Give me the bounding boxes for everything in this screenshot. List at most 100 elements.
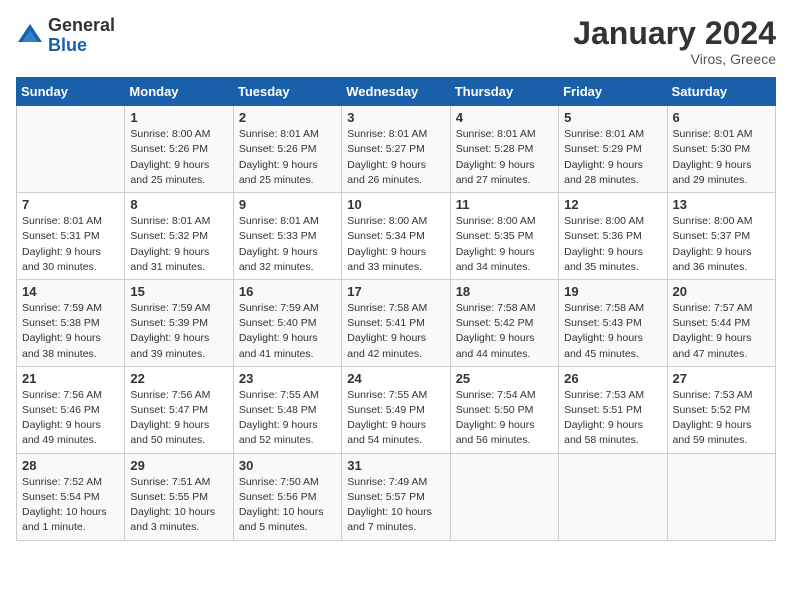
calendar-cell: 17Sunrise: 7:58 AMSunset: 5:41 PMDayligh… xyxy=(342,279,450,366)
calendar-week-row: 28 Sunrise: 7:52 AMSunset: 5:54 PMDayligh… xyxy=(17,453,776,540)
day-info: Sunrise: 8:00 AMSunset: 5:26 PMDaylight:… xyxy=(130,127,227,188)
calendar-cell: 15Sunrise: 7:59 AMSunset: 5:39 PMDayligh… xyxy=(125,279,233,366)
calendar-cell: 14 Sunrise: 7:59 AMSunset: 5:38 PMDayligh… xyxy=(17,279,125,366)
weekday-header-saturday: Saturday xyxy=(667,78,775,106)
day-info: Sunrise: 8:01 AMSunset: 5:30 PMDaylight:… xyxy=(673,127,770,188)
logo: General Blue xyxy=(16,16,115,56)
calendar-cell: 3Sunrise: 8:01 AMSunset: 5:27 PMDaylight… xyxy=(342,106,450,193)
calendar-cell: 11 Sunrise: 8:00 AMSunset: 5:35 PMDayligh… xyxy=(450,193,558,280)
title-block: January 2024 Viros, Greece xyxy=(573,16,776,67)
calendar-cell: 19 Sunrise: 7:58 AMSunset: 5:43 PMDayligh… xyxy=(559,279,667,366)
calendar-cell: 7 Sunrise: 8:01 AMSunset: 5:31 PMDaylight… xyxy=(17,193,125,280)
calendar-cell: 21 Sunrise: 7:56 AMSunset: 5:46 PMDayligh… xyxy=(17,366,125,453)
calendar-cell: 29 Sunrise: 7:51 AMSunset: 5:55 PMDayligh… xyxy=(125,453,233,540)
page-header: General Blue January 2024 Viros, Greece xyxy=(16,16,776,67)
day-info: Sunrise: 7:58 AMSunset: 5:42 PMDaylight:… xyxy=(456,301,553,362)
day-info: Sunrise: 8:01 AMSunset: 5:33 PMDaylight:… xyxy=(239,214,336,275)
logo-text: General Blue xyxy=(48,16,115,56)
calendar-table: SundayMondayTuesdayWednesdayThursdayFrid… xyxy=(16,77,776,540)
day-number: 13 xyxy=(673,197,770,212)
day-number: 29 xyxy=(130,458,227,473)
weekday-header-thursday: Thursday xyxy=(450,78,558,106)
day-info: Sunrise: 8:01 AMSunset: 5:28 PMDaylight:… xyxy=(456,127,553,188)
day-info: Sunrise: 7:51 AMSunset: 5:55 PMDaylight:… xyxy=(130,475,227,536)
weekday-header-wednesday: Wednesday xyxy=(342,78,450,106)
calendar-cell: 18 Sunrise: 7:58 AMSunset: 5:42 PMDayligh… xyxy=(450,279,558,366)
calendar-week-row: 7 Sunrise: 8:01 AMSunset: 5:31 PMDaylight… xyxy=(17,193,776,280)
calendar-week-row: 21 Sunrise: 7:56 AMSunset: 5:46 PMDayligh… xyxy=(17,366,776,453)
day-number: 27 xyxy=(673,371,770,386)
day-info: Sunrise: 8:00 AMSunset: 5:37 PMDaylight:… xyxy=(673,214,770,275)
day-number: 5 xyxy=(564,110,661,125)
calendar-cell: 31 Sunrise: 7:49 AMSunset: 5:57 PMDayligh… xyxy=(342,453,450,540)
location-subtitle: Viros, Greece xyxy=(573,51,776,67)
calendar-week-row: 1 Sunrise: 8:00 AMSunset: 5:26 PMDaylight… xyxy=(17,106,776,193)
day-number: 7 xyxy=(22,197,119,212)
day-number: 26 xyxy=(564,371,661,386)
weekday-header-monday: Monday xyxy=(125,78,233,106)
day-info: Sunrise: 7:59 AMSunset: 5:38 PMDaylight:… xyxy=(22,301,119,362)
day-number: 3 xyxy=(347,110,444,125)
calendar-cell: 16Sunrise: 7:59 AMSunset: 5:40 PMDayligh… xyxy=(233,279,341,366)
day-info: Sunrise: 8:01 AMSunset: 5:29 PMDaylight:… xyxy=(564,127,661,188)
calendar-week-row: 14 Sunrise: 7:59 AMSunset: 5:38 PMDayligh… xyxy=(17,279,776,366)
day-number: 12 xyxy=(564,197,661,212)
calendar-cell: 30Sunrise: 7:50 AMSunset: 5:56 PMDayligh… xyxy=(233,453,341,540)
weekday-header-friday: Friday xyxy=(559,78,667,106)
calendar-cell: 6 Sunrise: 8:01 AMSunset: 5:30 PMDaylight… xyxy=(667,106,775,193)
day-info: Sunrise: 7:49 AMSunset: 5:57 PMDaylight:… xyxy=(347,475,444,536)
day-number: 2 xyxy=(239,110,336,125)
day-info: Sunrise: 8:00 AMSunset: 5:35 PMDaylight:… xyxy=(456,214,553,275)
day-number: 21 xyxy=(22,371,119,386)
day-number: 10 xyxy=(347,197,444,212)
calendar-cell xyxy=(559,453,667,540)
day-number: 24 xyxy=(347,371,444,386)
day-info: Sunrise: 8:01 AMSunset: 5:32 PMDaylight:… xyxy=(130,214,227,275)
day-info: Sunrise: 7:57 AMSunset: 5:44 PMDaylight:… xyxy=(673,301,770,362)
weekday-header-sunday: Sunday xyxy=(17,78,125,106)
calendar-cell xyxy=(17,106,125,193)
day-info: Sunrise: 7:53 AMSunset: 5:51 PMDaylight:… xyxy=(564,388,661,449)
day-info: Sunrise: 7:59 AMSunset: 5:40 PMDaylight:… xyxy=(239,301,336,362)
day-number: 8 xyxy=(130,197,227,212)
day-number: 11 xyxy=(456,197,553,212)
day-info: Sunrise: 8:01 AMSunset: 5:26 PMDaylight:… xyxy=(239,127,336,188)
day-info: Sunrise: 7:53 AMSunset: 5:52 PMDaylight:… xyxy=(673,388,770,449)
day-number: 18 xyxy=(456,284,553,299)
day-info: Sunrise: 7:58 AMSunset: 5:41 PMDaylight:… xyxy=(347,301,444,362)
calendar-cell: 20 Sunrise: 7:57 AMSunset: 5:44 PMDayligh… xyxy=(667,279,775,366)
day-number: 4 xyxy=(456,110,553,125)
day-number: 14 xyxy=(22,284,119,299)
calendar-cell: 5 Sunrise: 8:01 AMSunset: 5:29 PMDaylight… xyxy=(559,106,667,193)
day-info: Sunrise: 7:56 AMSunset: 5:46 PMDaylight:… xyxy=(22,388,119,449)
day-info: Sunrise: 8:01 AMSunset: 5:31 PMDaylight:… xyxy=(22,214,119,275)
calendar-cell xyxy=(667,453,775,540)
calendar-cell xyxy=(450,453,558,540)
calendar-cell: 22Sunrise: 7:56 AMSunset: 5:47 PMDayligh… xyxy=(125,366,233,453)
day-info: Sunrise: 7:54 AMSunset: 5:50 PMDaylight:… xyxy=(456,388,553,449)
calendar-cell: 8 Sunrise: 8:01 AMSunset: 5:32 PMDaylight… xyxy=(125,193,233,280)
calendar-cell: 13 Sunrise: 8:00 AMSunset: 5:37 PMDayligh… xyxy=(667,193,775,280)
calendar-cell: 28 Sunrise: 7:52 AMSunset: 5:54 PMDayligh… xyxy=(17,453,125,540)
general-blue-logo-icon xyxy=(16,22,44,50)
day-number: 20 xyxy=(673,284,770,299)
day-number: 6 xyxy=(673,110,770,125)
day-number: 1 xyxy=(130,110,227,125)
calendar-cell: 4 Sunrise: 8:01 AMSunset: 5:28 PMDaylight… xyxy=(450,106,558,193)
month-title: January 2024 xyxy=(573,16,776,51)
calendar-cell: 9Sunrise: 8:01 AMSunset: 5:33 PMDaylight… xyxy=(233,193,341,280)
day-number: 28 xyxy=(22,458,119,473)
day-number: 19 xyxy=(564,284,661,299)
calendar-cell: 1 Sunrise: 8:00 AMSunset: 5:26 PMDaylight… xyxy=(125,106,233,193)
day-number: 31 xyxy=(347,458,444,473)
calendar-cell: 25Sunrise: 7:54 AMSunset: 5:50 PMDayligh… xyxy=(450,366,558,453)
calendar-cell: 23Sunrise: 7:55 AMSunset: 5:48 PMDayligh… xyxy=(233,366,341,453)
calendar-cell: 26 Sunrise: 7:53 AMSunset: 5:51 PMDayligh… xyxy=(559,366,667,453)
day-info: Sunrise: 7:58 AMSunset: 5:43 PMDaylight:… xyxy=(564,301,661,362)
day-info: Sunrise: 7:56 AMSunset: 5:47 PMDaylight:… xyxy=(130,388,227,449)
calendar-header-row: SundayMondayTuesdayWednesdayThursdayFrid… xyxy=(17,78,776,106)
weekday-header-tuesday: Tuesday xyxy=(233,78,341,106)
day-info: Sunrise: 7:50 AMSunset: 5:56 PMDaylight:… xyxy=(239,475,336,536)
day-info: Sunrise: 8:00 AMSunset: 5:34 PMDaylight:… xyxy=(347,214,444,275)
day-info: Sunrise: 7:52 AMSunset: 5:54 PMDaylight:… xyxy=(22,475,119,536)
